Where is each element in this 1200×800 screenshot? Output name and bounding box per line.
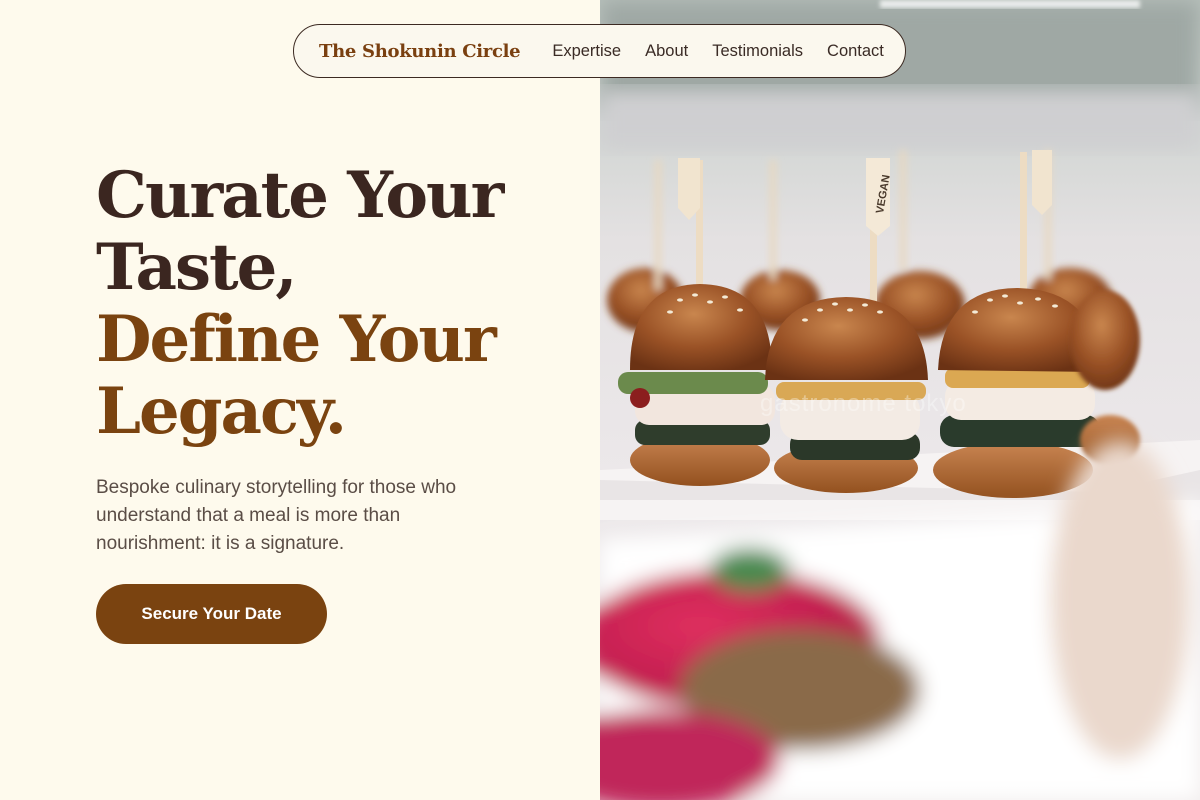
headline-line-3: Define Your: [96, 302, 497, 377]
hero-subtitle: Bespoke culinary storytelling for those …: [96, 477, 457, 554]
nav-link-contact[interactable]: Contact: [827, 42, 884, 61]
hero-section: Curate Your Taste, Define Your Legacy. B…: [96, 160, 576, 558]
photo-watermark: gastronome tokyo: [760, 390, 967, 417]
hero-photo: VEGAN gastronome tokyo: [600, 0, 1200, 800]
brand-logo[interactable]: The Shokunin Circle: [319, 41, 521, 62]
top-navigation: The Shokunin Circle Expertise About Test…: [293, 24, 906, 78]
hero-headline: Curate Your Taste, Define Your Legacy.: [96, 160, 576, 448]
headline-line-4: Legacy.: [96, 374, 347, 449]
nav-link-about[interactable]: About: [645, 42, 688, 61]
headline-line-1: Curate Your: [96, 158, 504, 233]
nav-link-testimonials[interactable]: Testimonials: [712, 42, 803, 61]
headline-line-2: Taste,: [96, 230, 298, 305]
secure-date-button[interactable]: Secure Your Date: [96, 584, 327, 644]
nav-link-expertise[interactable]: Expertise: [552, 42, 621, 61]
